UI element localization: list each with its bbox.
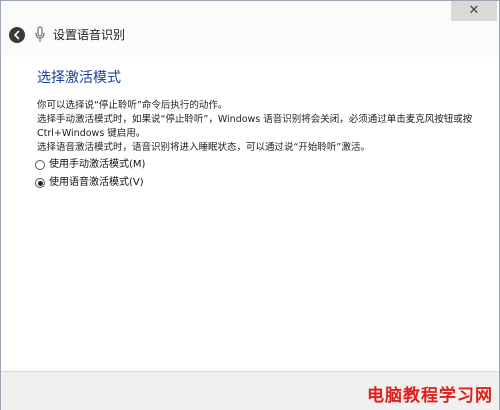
site-watermark: 电脑教程学习网 [367,386,493,406]
option-label: 使用语音激活模式(V) [49,177,144,188]
back-arrow-icon [14,30,20,40]
title-bar: ✕ 设置语音识别 [1,1,499,57]
microphone-icon [35,26,45,42]
description-line: 选择语音激活模式时，语音识别将进入睡眠状态，可以通过说“开始聆听”激活。 [37,142,370,153]
option-label: 使用手动激活模式(M) [49,159,146,170]
wizard-title: 设置语音识别 [53,28,126,42]
back-button[interactable] [9,27,25,43]
radio-button-unselected[interactable] [35,160,45,170]
radio-selected-dot [37,180,43,186]
description-text: 你可以选择说“停止聆听”命令后执行的动作。 选择手动激活模式时，如果说“停止聆听… [37,99,487,155]
wizard-content: 选择激活模式 你可以选择说“停止聆听”命令后执行的动作。 选择手动激活模式时，如… [1,57,499,369]
manual-activation-option[interactable]: 使用手动激活模式(M) [35,158,145,172]
description-line: 你可以选择说“停止聆听”命令后执行的动作。 [37,100,228,111]
page-heading: 选择激活模式 [37,70,121,86]
close-icon: ✕ [468,3,480,18]
setup-wizard-window: ✕ 设置语音识别 选择激活模式 你可以选择说“停止聆听”命令后执行的动作。 选择… [0,0,500,410]
wizard-footer: 电脑教程学习网 [1,371,499,410]
radio-button-selected[interactable] [35,178,45,188]
voice-activation-option[interactable]: 使用语音激活模式(V) [35,176,144,190]
close-button[interactable]: ✕ [451,1,497,21]
description-line: 选择手动激活模式时，如果说“停止聆听”，Windows 语音识别将会关闭，必须通… [37,114,473,139]
